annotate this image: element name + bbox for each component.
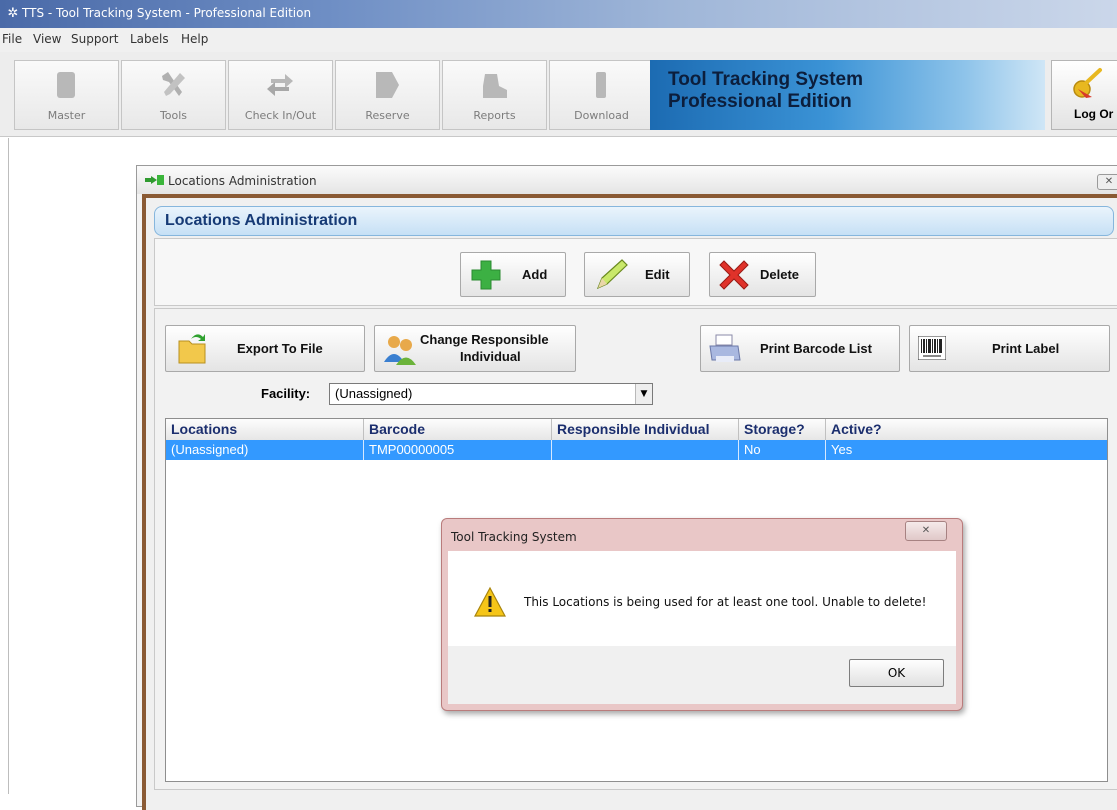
print-barcode-list-label: Print Barcode List bbox=[760, 341, 872, 356]
folder-arrow-icon bbox=[178, 334, 206, 364]
warning-icon bbox=[473, 586, 507, 617]
menu-support[interactable]: Support bbox=[71, 32, 118, 46]
grid-header: Locations Barcode Responsible Individual… bbox=[166, 419, 1107, 441]
cell-location: (Unassigned) bbox=[166, 440, 364, 460]
child-window-title: Locations Administration bbox=[168, 174, 317, 188]
pencil-icon bbox=[596, 259, 628, 290]
menu-help[interactable]: Help bbox=[181, 32, 208, 46]
locations-window-icon bbox=[145, 175, 164, 185]
section-header: Locations Administration bbox=[154, 206, 1114, 236]
change-responsible-button[interactable]: Change Responsible Individual bbox=[374, 325, 576, 372]
facility-label: Facility: bbox=[261, 386, 311, 401]
export-to-file-button[interactable]: Export To File bbox=[165, 325, 365, 372]
download-icon bbox=[596, 72, 606, 98]
reports-button[interactable]: Reports bbox=[442, 60, 547, 130]
main-toolbar: Master Tools Check In/Out Reserve Report… bbox=[0, 52, 1117, 137]
cell-active: Yes bbox=[831, 442, 853, 457]
menu-file[interactable]: File bbox=[2, 32, 22, 46]
banner-title-line2: Professional Edition bbox=[668, 91, 852, 112]
facility-value: (Unassigned) bbox=[335, 386, 413, 401]
product-banner: Tool Tracking System Professional Editio… bbox=[650, 60, 1045, 130]
cell-barcode: TMP00000005 bbox=[364, 440, 552, 460]
print-label-label: Print Label bbox=[992, 341, 1060, 356]
workspace-divider bbox=[8, 138, 9, 794]
export-label: Export To File bbox=[237, 341, 323, 356]
master-button[interactable]: Master bbox=[14, 60, 119, 130]
menu-labels[interactable]: Labels bbox=[130, 32, 169, 46]
download-label: Download bbox=[574, 109, 629, 122]
log-out-button[interactable]: Log Or bbox=[1051, 60, 1117, 130]
reports-icon bbox=[483, 74, 507, 98]
window-title: TTS - Tool Tracking System - Professiona… bbox=[22, 6, 312, 20]
printer-icon bbox=[709, 334, 741, 362]
red-x-icon bbox=[719, 260, 749, 290]
reports-label: Reports bbox=[473, 109, 516, 122]
column-header-locations[interactable]: Locations bbox=[166, 419, 364, 440]
tools-icon bbox=[162, 72, 185, 96]
change-responsible-label-2: Individual bbox=[460, 349, 521, 364]
dialog-message: This Locations is being used for at leas… bbox=[524, 595, 927, 609]
master-label: Master bbox=[47, 109, 86, 122]
download-button[interactable]: Download bbox=[549, 60, 654, 130]
barcode-icon bbox=[918, 336, 946, 360]
delete-label: Delete bbox=[760, 267, 800, 282]
section-title: Locations Administration bbox=[165, 212, 358, 229]
add-button[interactable]: Add bbox=[460, 252, 566, 297]
swap-arrows-icon bbox=[267, 74, 293, 96]
column-header-storage[interactable]: Storage? bbox=[739, 419, 826, 440]
tools-label: Tools bbox=[159, 109, 188, 122]
reserve-button[interactable]: Reserve bbox=[335, 60, 440, 130]
print-barcode-list-button[interactable]: Print Barcode List bbox=[700, 325, 900, 372]
key-logout-icon bbox=[1073, 68, 1102, 98]
menu-view[interactable]: View bbox=[33, 32, 61, 46]
child-titlebar: Locations Administration ✕ bbox=[137, 166, 1117, 194]
dialog-close-icon[interactable]: ✕ bbox=[905, 521, 947, 541]
cell-storage: No bbox=[739, 440, 826, 460]
edit-button[interactable]: Edit bbox=[584, 252, 690, 297]
master-icon bbox=[57, 72, 75, 98]
log-out-label: Log Or bbox=[1074, 107, 1114, 121]
banner-title-line1: Tool Tracking System bbox=[668, 69, 863, 90]
cell-responsible bbox=[552, 440, 739, 460]
users-icon bbox=[384, 336, 416, 365]
check-in-out-label: Check In/Out bbox=[244, 109, 317, 122]
menu-bar: File View Support Labels Help bbox=[0, 28, 1117, 52]
window-titlebar: ✲ TTS - Tool Tracking System - Professio… bbox=[0, 0, 1117, 28]
tools-button[interactable]: Tools bbox=[121, 60, 226, 130]
plus-icon bbox=[471, 260, 501, 290]
edit-label: Edit bbox=[645, 267, 670, 282]
table-row[interactable]: (Unassigned) TMP00000005 No Yes bbox=[166, 440, 1107, 460]
error-dialog: Tool Tracking System ✕ This Locations is… bbox=[441, 518, 963, 711]
facility-select[interactable]: (Unassigned) ▼ bbox=[329, 383, 653, 405]
change-responsible-label-1: Change Responsible bbox=[420, 332, 549, 347]
chevron-down-icon[interactable]: ▼ bbox=[635, 384, 652, 404]
column-header-barcode[interactable]: Barcode bbox=[364, 419, 552, 440]
dialog-message-area: This Locations is being used for at leas… bbox=[448, 551, 956, 646]
reserve-icon bbox=[376, 72, 399, 98]
check-in-out-button[interactable]: Check In/Out bbox=[228, 60, 333, 130]
ok-button[interactable]: OK bbox=[849, 659, 944, 687]
add-label: Add bbox=[522, 267, 548, 282]
print-label-button[interactable]: Print Label bbox=[909, 325, 1110, 372]
tools-app-icon: ✲ bbox=[7, 6, 19, 21]
column-header-active[interactable]: Active? bbox=[826, 419, 1107, 440]
child-close-icon[interactable]: ✕ bbox=[1097, 174, 1117, 190]
delete-button[interactable]: Delete bbox=[709, 252, 816, 297]
dialog-body: This Locations is being used for at leas… bbox=[448, 551, 956, 704]
column-header-responsible[interactable]: Responsible Individual bbox=[552, 419, 739, 440]
reserve-label: Reserve bbox=[365, 109, 410, 122]
dialog-title: Tool Tracking System bbox=[451, 530, 577, 544]
